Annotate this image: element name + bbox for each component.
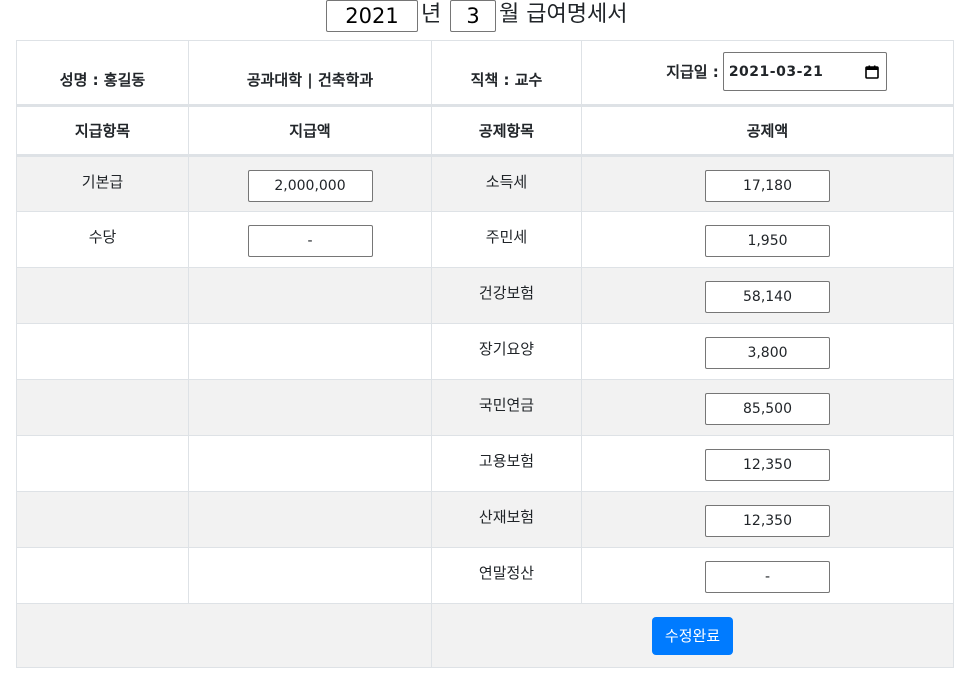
position: 직책 : 교수 xyxy=(470,71,543,89)
month-suffix: 월 급여명세서 xyxy=(499,2,628,27)
pay-item-cell xyxy=(16,323,189,380)
column-header-row: 지급항목 지급액 공제항목 공제액 xyxy=(16,104,954,157)
pay-date-value: 2021-03-21 xyxy=(728,63,824,80)
deduction-item-label: 연말정산 xyxy=(478,564,535,582)
deduction-item-cell: 주민세 xyxy=(431,211,582,268)
deduction-amount-cell: 58,140 xyxy=(581,267,954,324)
pay-item-label: 기본급 xyxy=(81,173,124,191)
deduction-amount-cell: - xyxy=(581,547,954,604)
deduction-item-label: 주민세 xyxy=(485,228,528,246)
pay-item-cell: 기본급 xyxy=(16,155,189,212)
table-row: 기본급 2,000,000 소득세 17,180 xyxy=(16,155,954,212)
footer-right-cell: 수정완료 xyxy=(431,603,954,668)
pay-amount-cell: - xyxy=(188,211,432,268)
pay-amount-cell xyxy=(188,491,432,548)
table-row: 건강보험 58,140 xyxy=(16,267,954,324)
deduction-amount-cell: 3,800 xyxy=(581,323,954,380)
payslip-table: 성명 : 홍길동 공과대학 | 건축학과 직책 : 교수 지급일 : 2021-… xyxy=(16,40,954,668)
table-row: 수당 - 주민세 1,950 xyxy=(16,211,954,268)
deduction-amount-cell: 12,350 xyxy=(581,491,954,548)
header-pay-amount: 지급액 xyxy=(188,104,432,157)
pay-date-label: 지급일 : xyxy=(666,63,719,81)
deduction-item-label: 고용보험 xyxy=(478,452,535,470)
table-row: 연말정산 - xyxy=(16,547,954,604)
deduction-amount-cell: 17,180 xyxy=(581,155,954,212)
pay-amount-cell xyxy=(188,323,432,380)
deduction-amount-input[interactable]: 1,950 xyxy=(705,225,830,257)
pay-item-cell xyxy=(16,267,189,324)
deduction-item-cell: 소득세 xyxy=(431,155,582,212)
deduction-item-label: 건강보험 xyxy=(478,284,535,302)
department: 공과대학 | 건축학과 xyxy=(246,71,374,89)
deduction-amount-cell: 85,500 xyxy=(581,379,954,436)
department-cell: 공과대학 | 건축학과 xyxy=(188,40,432,106)
deduction-amount-cell: 12,350 xyxy=(581,435,954,492)
footer-left-cell xyxy=(16,603,432,668)
employee-name-cell: 성명 : 홍길동 xyxy=(16,40,189,106)
pay-amount-cell xyxy=(188,435,432,492)
deduction-amount-input[interactable]: 3,800 xyxy=(705,337,830,369)
deduction-item-cell: 연말정산 xyxy=(431,547,582,604)
header-deduction-amount: 공제액 xyxy=(581,104,954,157)
month-input[interactable] xyxy=(450,0,496,32)
deduction-amount-input[interactable]: 85,500 xyxy=(705,393,830,425)
table-row: 산재보험 12,350 xyxy=(16,491,954,548)
employee-name: 성명 : 홍길동 xyxy=(59,71,146,89)
pay-amount-cell xyxy=(188,267,432,324)
deduction-item-label: 산재보험 xyxy=(478,508,535,526)
deduction-item-label: 장기요양 xyxy=(478,340,535,358)
pay-item-cell: 수당 xyxy=(16,211,189,268)
pay-item-cell xyxy=(16,547,189,604)
deduction-item-cell: 고용보험 xyxy=(431,435,582,492)
year-suffix: 년 xyxy=(421,2,442,27)
payslip-title: 년 월 급여명세서 xyxy=(0,0,963,36)
pay-amount-input[interactable]: - xyxy=(247,225,373,257)
year-input[interactable] xyxy=(326,0,418,32)
deduction-item-label: 국민연금 xyxy=(478,396,535,414)
pay-item-label: 수당 xyxy=(88,228,117,246)
deduction-item-label: 소득세 xyxy=(485,173,528,191)
pay-amount-cell xyxy=(188,379,432,436)
employee-info-row: 성명 : 홍길동 공과대학 | 건축학과 직책 : 교수 지급일 : 2021-… xyxy=(16,40,954,106)
submit-edit-button[interactable]: 수정완료 xyxy=(651,616,734,655)
pay-item-cell xyxy=(16,379,189,436)
deduction-item-cell: 산재보험 xyxy=(431,491,582,548)
pay-amount-cell xyxy=(188,547,432,604)
pay-date-cell: 지급일 : 2021-03-21 xyxy=(581,40,954,106)
pay-amount-cell: 2,000,000 xyxy=(188,155,432,212)
calendar-icon[interactable] xyxy=(865,65,879,79)
table-row: 국민연금 85,500 xyxy=(16,379,954,436)
deduction-amount-input[interactable]: 12,350 xyxy=(705,449,830,481)
pay-date-input[interactable]: 2021-03-21 xyxy=(722,52,887,91)
header-pay-item: 지급항목 xyxy=(16,104,189,157)
deduction-amount-input[interactable]: 58,140 xyxy=(705,281,830,313)
footer-row: 수정완료 xyxy=(16,603,954,668)
deduction-amount-input[interactable]: 17,180 xyxy=(705,170,830,202)
pay-item-cell xyxy=(16,491,189,548)
pay-item-cell xyxy=(16,435,189,492)
deduction-amount-input[interactable]: - xyxy=(705,561,830,593)
deduction-item-cell: 장기요양 xyxy=(431,323,582,380)
table-row: 장기요양 3,800 xyxy=(16,323,954,380)
table-row: 고용보험 12,350 xyxy=(16,435,954,492)
pay-date-group: 지급일 : 2021-03-21 xyxy=(666,52,887,91)
deduction-item-cell: 국민연금 xyxy=(431,379,582,436)
deduction-amount-cell: 1,950 xyxy=(581,211,954,268)
pay-amount-input[interactable]: 2,000,000 xyxy=(247,170,373,202)
header-deduction-item: 공제항목 xyxy=(431,104,582,157)
position-cell: 직책 : 교수 xyxy=(431,40,582,106)
deduction-item-cell: 건강보험 xyxy=(431,267,582,324)
deduction-amount-input[interactable]: 12,350 xyxy=(705,505,830,537)
